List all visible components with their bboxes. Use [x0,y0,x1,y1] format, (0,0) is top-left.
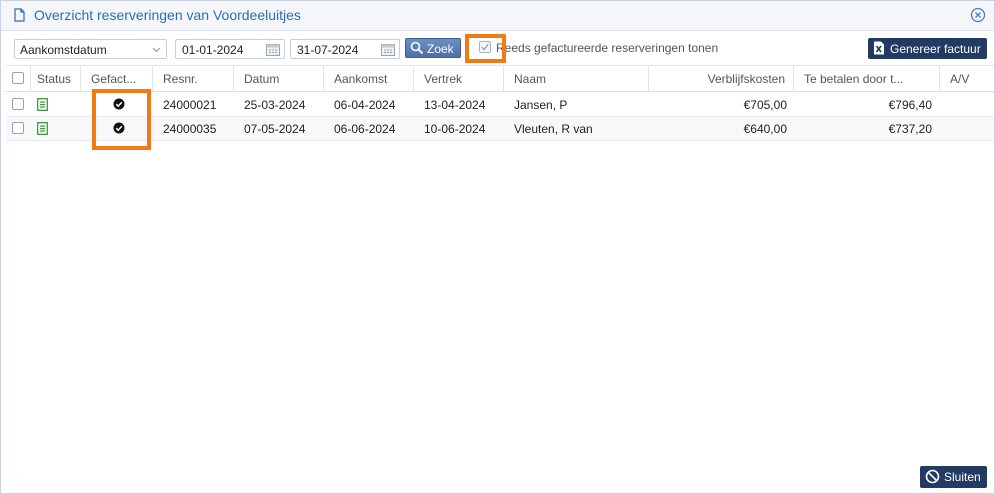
reservations-dialog: Overzicht reserveringen van Voordeeluitj… [0,0,995,494]
column-datum-label: Datum [244,72,280,86]
show-invoiced-label[interactable]: Reeds gefactureerde reserveringen tonen [496,41,718,55]
date-type-select[interactable]: Aankomstdatum [14,39,167,59]
column-header-datum[interactable]: Datum [234,66,324,92]
te-betalen-cell: €737,20 [888,122,932,136]
column-header-aankomst[interactable]: Aankomst [324,66,414,92]
close-circle-icon[interactable] [970,7,986,23]
column-header-status[interactable]: Status [31,66,81,92]
table-header: Status Gefact... Resnr. Datum Aankomst V… [6,65,994,92]
excel-icon [874,41,884,55]
column-resnr-label: Resnr. [163,72,198,86]
search-button[interactable]: Zoek [405,38,461,58]
date-to-value: 31-07-2024 [297,43,359,57]
column-header-vertrek[interactable]: Vertrek [414,66,504,92]
checkbox-highlight-box [465,34,506,63]
column-te-betalen-label: Te betalen door t... [804,72,904,86]
datum-cell: 25-03-2024 [244,98,306,112]
table-row[interactable]: 24000035 07-05-2024 06-06-2024 10-06-202… [6,117,994,141]
row-checkbox[interactable] [12,122,24,134]
aankomst-cell: 06-04-2024 [334,98,396,112]
generate-invoice-label: Genereer factuur [890,42,981,56]
date-from-value: 01-01-2024 [182,43,244,57]
verblijfskosten-cell: €640,00 [743,122,787,136]
date-to-field[interactable]: 31-07-2024 [290,39,400,59]
calendar-icon[interactable] [266,43,280,56]
select-all-checkbox[interactable] [12,72,24,84]
column-status-label: Status [37,72,72,86]
close-button-label: Sluiten [944,470,981,484]
document-icon [14,8,25,22]
column-header-resnr[interactable]: Resnr. [153,66,234,92]
row-checkbox[interactable] [12,98,24,110]
ban-icon [925,469,940,484]
document-list-icon [37,98,48,111]
column-header-naam[interactable]: Naam [504,66,649,92]
naam-cell: Jansen, P [514,98,568,112]
column-header-te-betalen[interactable]: Te betalen door t... [794,66,940,92]
search-icon [410,41,424,55]
column-invoiced-label: Gefact... [91,72,137,86]
title-bar: Overzicht reserveringen van Voordeeluitj… [1,1,994,31]
column-aankomst-label: Aankomst [334,72,388,86]
generate-invoice-button[interactable]: Genereer factuur [868,38,987,59]
te-betalen-cell: €796,40 [888,98,932,112]
column-header-verblijfskosten[interactable]: Verblijfskosten [649,66,794,92]
dialog-title: Overzicht reserveringen van Voordeeluitj… [34,7,301,23]
column-av-label: A/V [950,72,970,86]
column-verblijfskosten-label: Verblijfskosten [707,72,785,86]
column-vertrek-label: Vertrek [424,72,463,86]
invoiced-column-highlight-box [92,89,151,150]
vertrek-cell: 10-06-2024 [424,122,486,136]
calendar-icon[interactable] [381,43,395,56]
header-select-all-cell [6,66,31,92]
column-naam-label: Naam [514,72,547,86]
search-button-label: Zoek [427,42,454,56]
naam-cell: Vleuten, R van [514,122,593,136]
column-header-av[interactable]: A/V [940,66,994,92]
aankomst-cell: 06-06-2024 [334,122,396,136]
table-row[interactable]: 24000021 25-03-2024 06-04-2024 13-04-202… [6,93,994,117]
vertrek-cell: 13-04-2024 [424,98,486,112]
resnr-cell: 24000035 [163,122,217,136]
date-type-value: Aankomstdatum [20,43,107,57]
chevron-down-icon [152,47,161,53]
close-button[interactable]: Sluiten [920,466,987,488]
verblijfskosten-cell: €705,00 [743,98,787,112]
document-list-icon [37,122,48,135]
date-from-field[interactable]: 01-01-2024 [175,39,285,59]
resnr-cell: 24000021 [163,98,217,112]
datum-cell: 07-05-2024 [244,122,306,136]
